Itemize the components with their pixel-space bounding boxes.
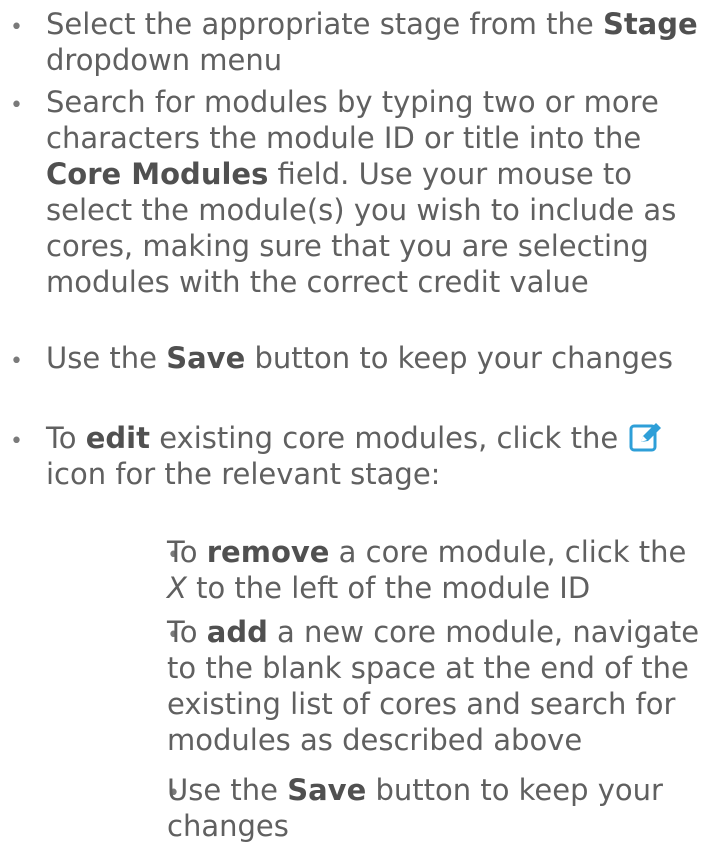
bullet: • [10, 93, 23, 118]
bullet: • [10, 15, 23, 40]
save-label: Save [166, 341, 246, 375]
edit-pencil-icon[interactable] [629, 422, 663, 452]
bullet: • [10, 349, 23, 374]
bullet: • [10, 429, 23, 454]
x-label: X [167, 571, 187, 605]
remove-label: remove [206, 535, 330, 569]
core-modules-label: Core Modules [46, 157, 269, 191]
list-item-save: Use the Save button to keep your changes [46, 341, 673, 375]
sub-item-add: To add a new core module, navigate to th… [167, 615, 700, 757]
save-label-sub: Save [287, 773, 367, 807]
edit-label: edit [85, 421, 150, 455]
sub-item-save: Use the Save button to keep your changes [167, 773, 663, 843]
list-item-search: Search for modules by typing two or more… [46, 85, 677, 299]
sub-item-remove: To remove a core module, click the X to … [167, 535, 687, 605]
stage-label: Stage [602, 7, 698, 41]
list-item-edit: To edit existing core modules, click the… [46, 420, 706, 492]
add-label: add [206, 615, 268, 649]
list-item-stage: Select the appropriate stage from the St… [46, 7, 698, 77]
